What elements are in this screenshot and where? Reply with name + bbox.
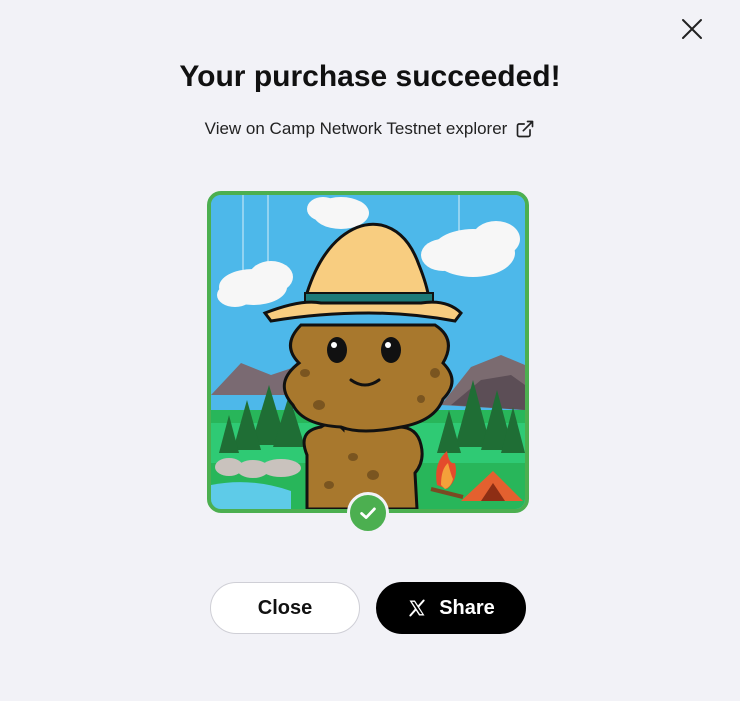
external-link-icon xyxy=(517,120,534,138)
dialog-title: Your purchase succeeded! xyxy=(179,60,561,93)
success-badge xyxy=(347,492,389,534)
explorer-link-label: View on Camp Network Testnet explorer xyxy=(204,119,508,138)
close-icon xyxy=(682,19,702,39)
share-button[interactable]: Share xyxy=(376,582,526,634)
purchase-success-dialog: Your purchase succeeded! View on Camp Ne… xyxy=(0,0,740,701)
x-logo-icon xyxy=(409,599,425,617)
share-button-label: Share xyxy=(439,596,495,619)
close-dialog-button[interactable] xyxy=(678,15,706,43)
nft-artwork xyxy=(211,195,525,509)
check-icon xyxy=(360,507,376,519)
explorer-link[interactable]: View on Camp Network Testnet explorer xyxy=(0,119,740,139)
close-button-label: Close xyxy=(257,596,313,619)
nft-image xyxy=(207,191,529,513)
close-button[interactable]: Close xyxy=(210,582,360,634)
